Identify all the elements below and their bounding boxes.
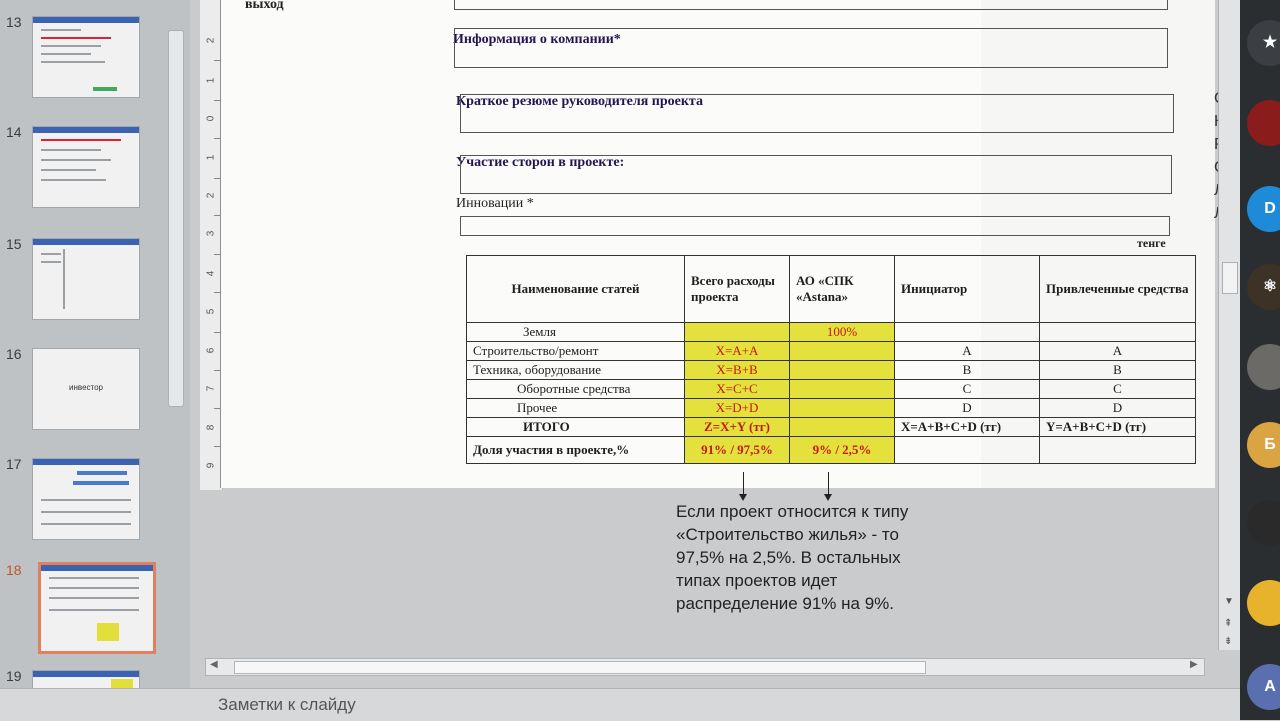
table-row-share: Доля участия в проекте,% 91% / 97,5% 9% … xyxy=(466,436,1196,464)
slide-thumbnail-13[interactable] xyxy=(32,16,140,98)
row-attracted xyxy=(1039,322,1196,342)
row-spk xyxy=(789,398,895,418)
thumbnail-number: 18 xyxy=(6,562,22,578)
slide-thumbnail-19[interactable] xyxy=(32,670,140,690)
table-header: Инициатор xyxy=(894,255,1040,323)
table-row: Строительство/ремонт X=A+A A A xyxy=(466,341,1196,361)
notes-placeholder[interactable]: Заметки к слайду xyxy=(218,695,356,715)
row-spk xyxy=(789,341,895,361)
thumbnail-number: 13 xyxy=(6,14,22,30)
next-slide-icon[interactable]: ⇟ xyxy=(1224,636,1232,647)
row-spk xyxy=(789,417,895,437)
row-initiator: X=A+B+C+D (тг) xyxy=(894,417,1040,437)
thumbnail-number: 19 xyxy=(6,668,22,684)
scrollbar-thumb[interactable] xyxy=(1222,262,1238,294)
arrow-line xyxy=(743,472,744,496)
table-header-row: Наименование статей Всего расходы проект… xyxy=(466,255,1196,323)
row-initiator xyxy=(894,322,1040,342)
arrow-line xyxy=(828,472,829,496)
thumbnail-number: 16 xyxy=(6,346,22,362)
slide-thumbnail-14[interactable] xyxy=(32,126,140,208)
scroll-left-icon[interactable]: ◀ xyxy=(210,659,218,670)
slide-thumbnail-15[interactable] xyxy=(32,238,140,320)
thumbnail-scrollbar[interactable] xyxy=(168,30,184,407)
innovations-label: Инновации * xyxy=(456,196,534,211)
table-row: Техника, оборудование X=B+B B B xyxy=(466,360,1196,380)
row-name: Строительство/ремонт xyxy=(466,341,685,361)
row-spk xyxy=(789,379,895,399)
row-name: Земля xyxy=(466,322,685,342)
slide-horizontal-scrollbar[interactable]: ◀ ▶ xyxy=(205,658,1205,676)
row-total: X=B+B xyxy=(684,360,790,380)
table-header: Наименование статей xyxy=(466,255,685,323)
table-header: Привлеченные средства xyxy=(1039,255,1196,323)
row-total: X=A+A xyxy=(684,341,790,361)
slide-thumbnail-16[interactable]: инвестор xyxy=(32,348,140,430)
company-info-box xyxy=(454,28,1168,68)
table-header: Всего расходы проекта xyxy=(684,255,790,323)
exit-label: выход xyxy=(245,0,284,12)
row-attracted: B xyxy=(1039,360,1196,380)
field-box xyxy=(454,0,1168,10)
thumbnail-number: 15 xyxy=(6,236,22,252)
participation-box xyxy=(460,155,1172,194)
row-attracted: A xyxy=(1039,341,1196,361)
row-initiator: D xyxy=(894,398,1040,418)
thumbnail-number: 14 xyxy=(6,124,22,140)
prev-slide-icon[interactable]: ⇞ xyxy=(1224,618,1232,629)
slide-notes-pane[interactable]: Заметки к слайду xyxy=(0,688,1240,721)
row-name: Прочее xyxy=(466,398,685,418)
row-name: Оборотные средства xyxy=(466,379,685,399)
row-name: Доля участия в проекте,% xyxy=(466,436,685,464)
row-initiator: B xyxy=(894,360,1040,380)
innovations-box xyxy=(460,216,1170,236)
explanation-note[interactable]: Если проект относится к типу «Строительс… xyxy=(676,500,946,615)
table-header: АО «СПК «Astana» xyxy=(789,255,895,323)
slide-vertical-scrollbar[interactable]: ▼ ⇞ ⇟ xyxy=(1218,0,1241,650)
manager-resume-box xyxy=(460,94,1174,133)
row-total: 91% / 97,5% xyxy=(684,436,790,464)
row-spk: 100% xyxy=(789,322,895,342)
row-total: X=D+D xyxy=(684,398,790,418)
row-spk: 9% / 2,5% xyxy=(789,436,895,464)
slide-thumbnail-17[interactable] xyxy=(32,458,140,540)
table-row: Прочее X=D+D D D xyxy=(466,398,1196,418)
slide-thumbnail-pane: 13 14 15 16 инвестор 17 18 19 xyxy=(0,0,190,690)
slide-thumbnail-18[interactable] xyxy=(38,562,156,654)
thumbnail-caption: инвестор xyxy=(69,383,103,392)
scroll-down-icon[interactable]: ▼ xyxy=(1224,596,1234,607)
table-row-total: ИТОГО Z=X+Y (тг) X=A+B+C+D (тг) Y=A+B+C+… xyxy=(466,417,1196,437)
budget-table: Наименование статей Всего расходы проект… xyxy=(466,255,1196,464)
row-initiator xyxy=(894,436,1040,464)
row-initiator: C xyxy=(894,379,1040,399)
row-total xyxy=(684,322,790,342)
scroll-right-icon[interactable]: ▶ xyxy=(1190,659,1198,670)
row-total: Z=X+Y (тг) xyxy=(684,417,790,437)
row-attracted: Y=A+B+C+D (тг) xyxy=(1039,417,1196,437)
currency-label: тенге xyxy=(1137,236,1166,250)
row-total: X=C+C xyxy=(684,379,790,399)
row-attracted: C xyxy=(1039,379,1196,399)
scrollbar-thumb[interactable] xyxy=(234,661,926,674)
row-attracted: D xyxy=(1039,398,1196,418)
table-row: Оборотные средства X=C+C C C xyxy=(466,379,1196,399)
thumbnail-number: 17 xyxy=(6,456,22,472)
row-initiator: A xyxy=(894,341,1040,361)
row-attracted xyxy=(1039,436,1196,464)
table-row: Земля 100% xyxy=(466,322,1196,342)
row-name: Техника, оборудование xyxy=(466,360,685,380)
row-name: ИТОГО xyxy=(466,417,685,437)
row-spk xyxy=(789,360,895,380)
